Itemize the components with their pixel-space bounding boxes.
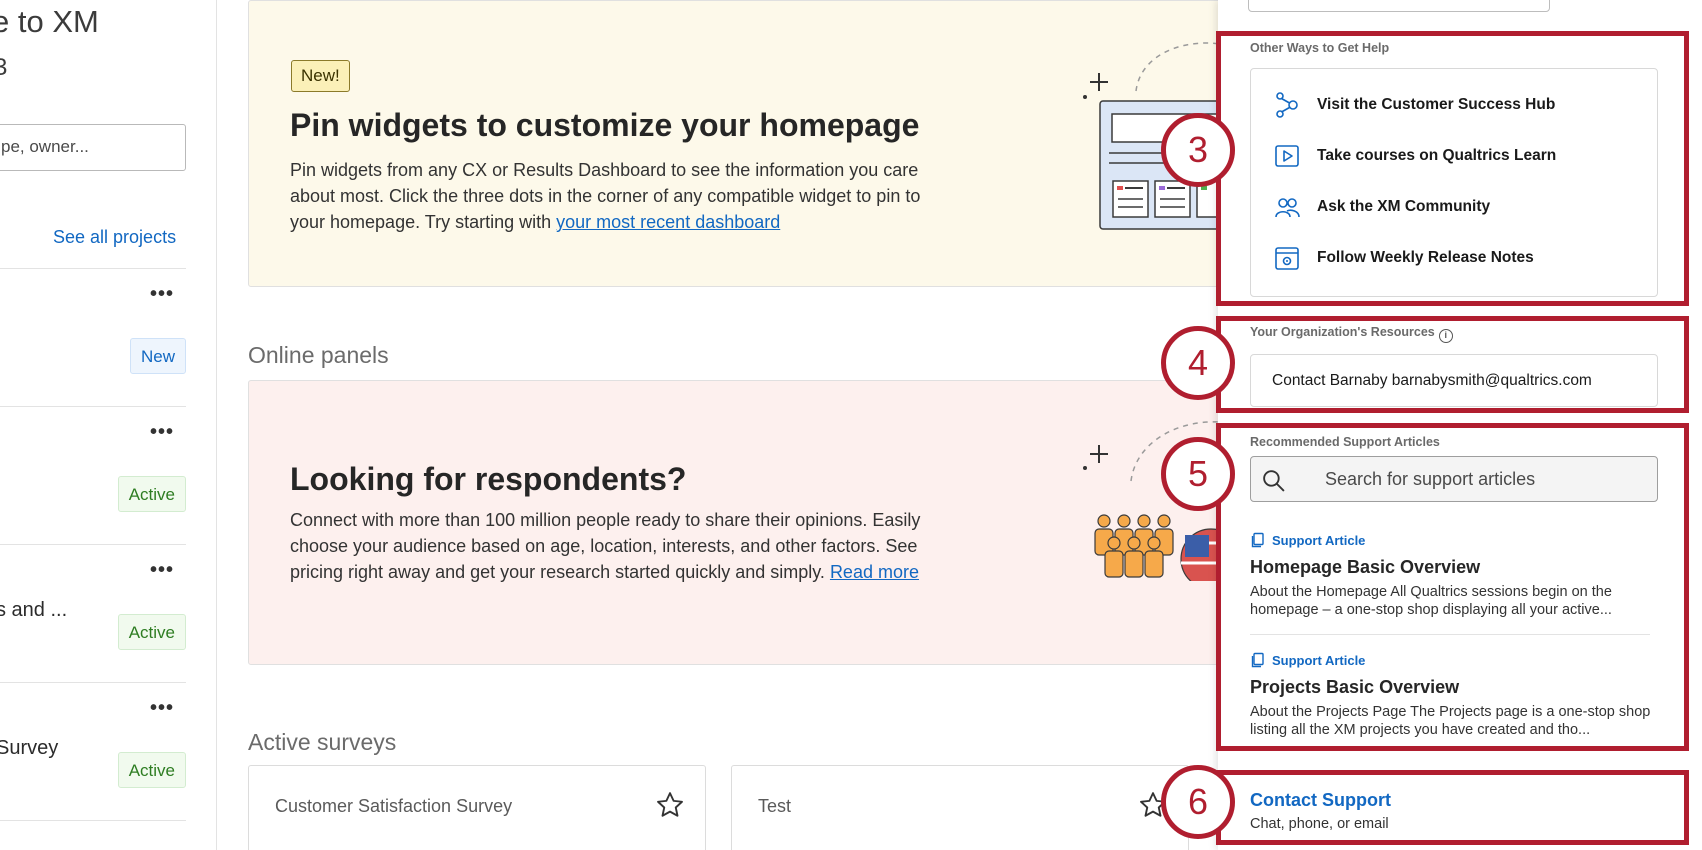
welcome-count: 3 [0,54,8,81]
info-icon[interactable]: i [1438,329,1453,343]
read-more-link[interactable]: Read more [830,562,919,582]
support-search-placeholder: Search for support articles [1325,469,1536,489]
article-title[interactable]: Projects Basic Overview [1250,677,1658,698]
projects-sidebar: e to XM 3 pe, owner... See all projects … [0,0,217,850]
hub-icon [1276,92,1298,118]
play-icon [1275,145,1299,167]
link-label: Take courses on Qualtrics Learn [1317,147,1557,164]
active-surveys-heading: Active surveys [248,729,397,755]
survey-name: Test [758,796,792,816]
pin-widgets-card: New! Pin widgets to customize your homep… [248,0,1228,287]
project-name: Survey [0,737,59,759]
recommended-articles-label: Recommended Support Articles [1250,435,1440,449]
status-badge: Active [117,476,186,512]
article-description: About the Projects Page The Projects pag… [1250,704,1651,738]
divider [1250,634,1650,635]
survey-name: Customer Satisfaction Survey [275,796,513,816]
document-icon [1251,652,1264,668]
org-resources-label: Your Organization's Resources i [1250,325,1453,343]
community-icon [1275,198,1300,218]
help-links-box: Visit the Customer Success Hub Take cour… [1250,68,1658,297]
support-article[interactable]: Support Article Homepage Basic Overview … [1250,531,1658,619]
link-label: Follow Weekly Release Notes [1317,249,1534,266]
more-options-icon[interactable]: ••• [150,421,174,444]
star-icon[interactable] [655,790,685,820]
survey-card[interactable]: Customer Satisfaction Survey [248,765,706,850]
project-row[interactable]: ••• Active [0,406,186,544]
welcome-heading: e to XM [0,4,99,39]
search-icon [1263,470,1285,492]
xm-community-link[interactable]: Ask the XM Community [1273,192,1490,222]
respondents-body: Connect with more than 100 million peopl… [290,507,940,585]
online-panels-heading: Online panels [248,342,389,368]
qualtrics-learn-link[interactable]: Take courses on Qualtrics Learn [1273,141,1556,171]
contact-support-link[interactable]: Contact Support [1250,790,1391,811]
annotation-marker-4: 4 [1161,326,1235,400]
project-row[interactable]: ••• New [0,268,186,406]
other-ways-label: Other Ways to Get Help [1250,41,1390,55]
article-tag-label: Support Article [1272,652,1366,668]
pin-widgets-body: Pin widgets from any CX or Results Dashb… [290,157,940,235]
article-title[interactable]: Homepage Basic Overview [1250,557,1658,578]
release-notes-link[interactable]: Follow Weekly Release Notes [1273,243,1534,273]
project-row[interactable]: ••• Survey Active [0,682,186,820]
help-search-input[interactable] [1248,0,1550,12]
document-icon [1251,532,1264,548]
page: e to XM 3 pe, owner... See all projects … [0,0,1702,850]
project-name: s and ... [0,599,68,621]
pin-widgets-title: Pin widgets to customize your homepage [290,107,920,143]
link-label: Visit the Customer Success Hub [1317,96,1556,113]
annotation-marker-3: 3 [1161,113,1235,187]
org-resources-text: Your Organization's Resources [1250,325,1435,339]
support-article[interactable]: Support Article Projects Basic Overview … [1250,651,1658,739]
project-search-input[interactable]: pe, owner... [0,124,186,171]
recent-dashboard-link[interactable]: your most recent dashboard [556,212,780,232]
article-tag-label: Support Article [1272,532,1366,548]
article-tag: Support Article [1250,531,1658,549]
more-options-icon[interactable]: ••• [150,559,174,582]
support-search-input[interactable]: Search for support articles [1250,456,1658,502]
article-tag: Support Article [1250,651,1658,669]
new-badge: New! [291,60,350,92]
annotation-marker-5: 5 [1161,437,1235,511]
status-badge: Active [117,752,186,788]
project-row[interactable]: ••• s and ... Active [0,544,186,682]
see-all-projects-link[interactable]: See all projects [53,227,176,248]
annotation-marker-6: 6 [1161,765,1235,839]
divider [0,820,186,821]
more-options-icon[interactable]: ••• [150,697,174,720]
release-notes-icon [1275,247,1299,270]
online-panels-card: Looking for respondents? Connect with mo… [248,380,1228,665]
respondents-text: Connect with more than 100 million peopl… [290,510,921,582]
more-options-icon[interactable]: ••• [150,283,174,306]
customer-success-hub-link[interactable]: Visit the Customer Success Hub [1273,90,1555,120]
contact-support-subtitle: Chat, phone, or email [1250,816,1389,832]
org-contact[interactable]: Contact Barnaby barnabysmith@qualtrics.c… [1250,354,1658,407]
status-badge: Active [117,614,186,650]
status-badge: New [129,338,186,374]
link-label: Ask the XM Community [1317,198,1491,215]
article-description: About the Homepage All Qualtrics session… [1250,584,1612,618]
survey-card[interactable]: Test [731,765,1189,850]
help-panel: Other Ways to Get Help Visit the Custome… [1218,0,1702,850]
respondents-title: Looking for respondents? [290,461,687,497]
